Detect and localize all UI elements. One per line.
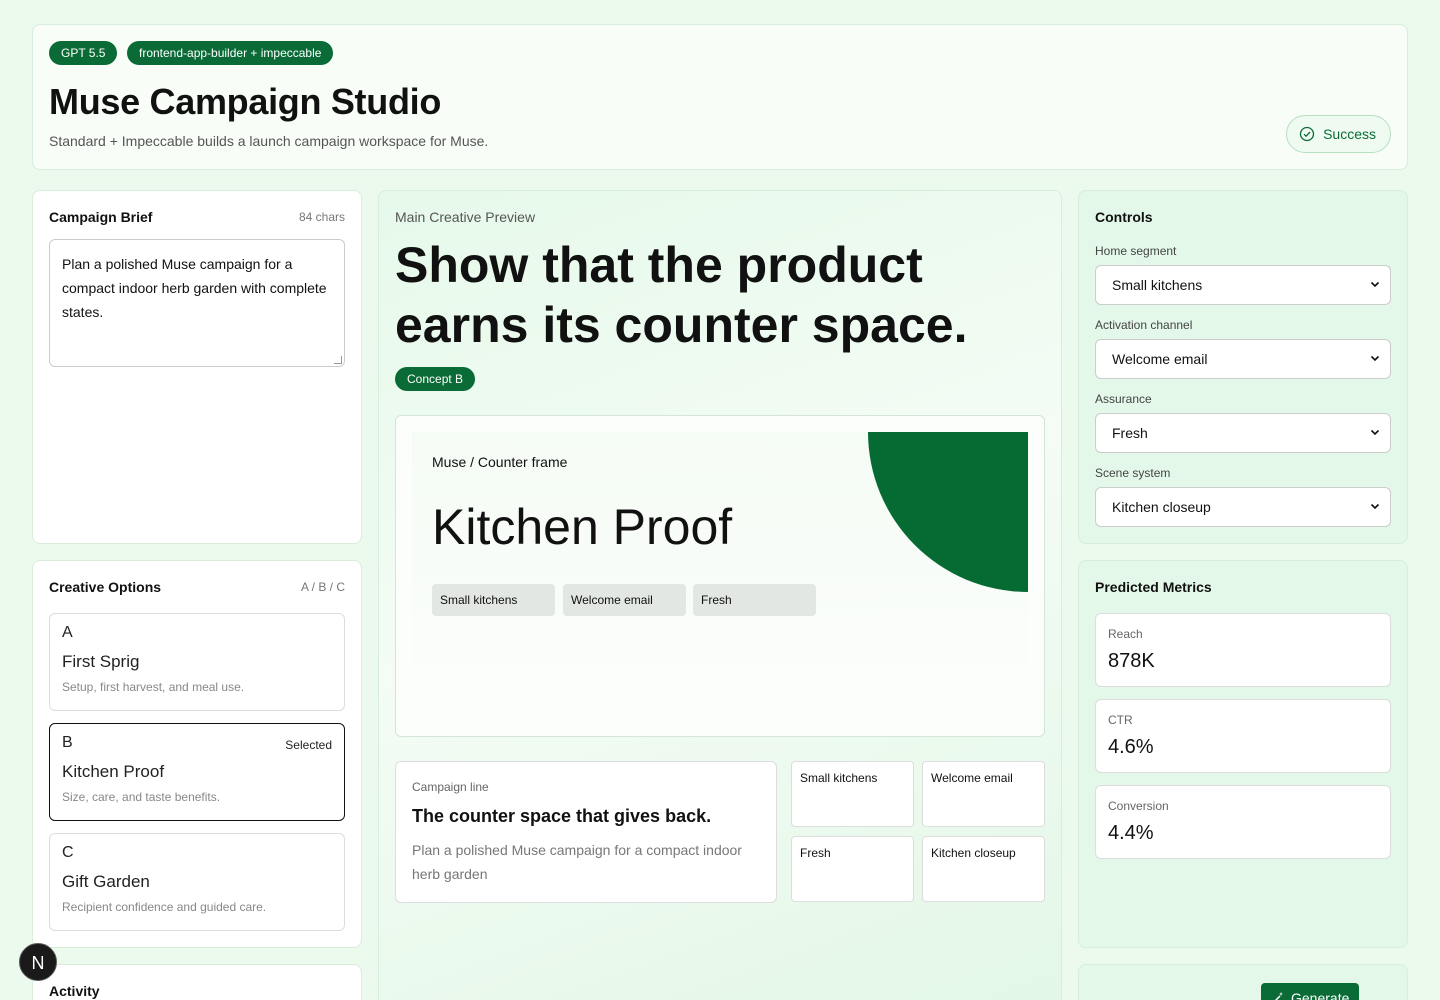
status-label: Success [1323, 126, 1376, 142]
frame-canvas: Muse / Counter frame Kitchen Proof Small… [412, 432, 1028, 722]
campaign-line-label: Campaign line [412, 780, 489, 794]
frame-breadcrumb: Muse / Counter frame [432, 454, 568, 470]
option-name: Gift Garden [62, 872, 150, 891]
metrics-title: Predicted Metrics [1095, 579, 1212, 595]
attribute-tile: Fresh [791, 836, 914, 902]
metric-card-conversion: Conversion 4.4% [1095, 785, 1391, 859]
generate-button[interactable]: Generate [1261, 983, 1360, 1000]
metric-label: Reach [1108, 627, 1143, 641]
counter-frame: Muse / Counter frame Kitchen Proof Small… [395, 415, 1045, 737]
option-desc: Recipient confidence and guided care. [62, 900, 267, 914]
brief-text-value: Plan a polished Muse campaign for a comp… [62, 256, 327, 320]
activity-title: Activity [49, 983, 100, 999]
creative-options-panel: Creative Options A / B / C A First Sprig… [32, 560, 362, 948]
attribute-tile: Kitchen closeup [922, 836, 1045, 902]
brief-textarea[interactable]: Plan a polished Muse campaign for a comp… [49, 239, 345, 367]
page-title: Muse Campaign Studio [49, 81, 442, 122]
controls-title: Controls [1095, 209, 1153, 225]
main-creative-preview: Main Creative Preview Show that the prod… [378, 190, 1062, 1000]
generate-panel: Generate [1078, 964, 1408, 1000]
chevron-down-icon [1370, 503, 1380, 510]
select-value: Small kitchens [1112, 277, 1203, 293]
activity-panel: Activity [32, 964, 362, 1000]
activation-channel-label: Activation channel [1095, 318, 1193, 332]
model-badge: GPT 5.5 [49, 41, 118, 65]
scene-system-label: Scene system [1095, 466, 1171, 480]
n-logo-button[interactable]: N [19, 943, 57, 981]
select-value: Fresh [1112, 425, 1148, 441]
metric-label: Conversion [1108, 799, 1169, 813]
page-subtitle: Standard + Impeccable builds a launch ca… [49, 133, 489, 149]
option-letter: C [62, 844, 74, 861]
status-button[interactable]: Success [1286, 115, 1391, 153]
selected-badge: Selected [285, 738, 332, 752]
attribute-tile: Small kitchens [791, 761, 914, 827]
metric-label: CTR [1108, 713, 1133, 727]
option-desc: Setup, first harvest, and meal use. [62, 680, 245, 694]
options-title: Creative Options [49, 579, 162, 595]
frame-hero-title: Kitchen Proof [432, 499, 733, 555]
home-segment-select[interactable]: Small kitchens [1095, 265, 1391, 305]
controls-panel: Controls Home segment Small kitchens Act… [1078, 190, 1408, 544]
app-header: GPT 5.5 frontend-app-builder + impeccabl… [32, 24, 1408, 170]
frame-chip: Welcome email [563, 584, 686, 616]
option-card-c[interactable]: C Gift Garden Recipient confidence and g… [49, 833, 345, 931]
metric-value: 878K [1108, 650, 1155, 672]
campaign-line-body: Plan a polished Muse campaign for a comp… [412, 842, 742, 882]
metric-card-ctr: CTR 4.6% [1095, 699, 1391, 773]
option-name: Kitchen Proof [62, 762, 165, 781]
leaf-shape [868, 432, 1028, 592]
assurance-select[interactable]: Fresh [1095, 413, 1391, 453]
skill-badge: frontend-app-builder + impeccable [127, 41, 334, 65]
preview-label: Main Creative Preview [395, 209, 536, 225]
brief-char-count: 84 chars [298, 210, 345, 224]
chevron-down-icon [1370, 429, 1380, 436]
option-card-a[interactable]: A First Sprig Setup, first harvest, and … [49, 613, 345, 711]
metric-value: 4.6% [1108, 736, 1154, 758]
option-desc: Size, care, and taste benefits. [62, 790, 221, 804]
metric-card-reach: Reach 878K [1095, 613, 1391, 687]
option-card-b[interactable]: B Selected Kitchen Proof Size, care, and… [49, 723, 345, 821]
chevron-down-icon [1370, 355, 1380, 362]
concept-badge: Concept B [395, 367, 476, 391]
campaign-line-card: Campaign line The counter space that giv… [395, 761, 777, 903]
option-name: First Sprig [62, 652, 140, 671]
preview-headline: Show that the product earns its counter … [395, 237, 968, 353]
campaign-brief-panel: Campaign Brief 84 chars Plan a polished … [32, 190, 362, 544]
select-value: Kitchen closeup [1112, 499, 1211, 515]
wand-icon [1274, 992, 1283, 1000]
chevron-down-icon [1370, 281, 1380, 288]
options-meta: A / B / C [300, 580, 345, 594]
campaign-line-title: The counter space that gives back. [412, 806, 712, 826]
select-value: Welcome email [1112, 351, 1208, 367]
frame-chip: Fresh [693, 584, 816, 616]
frame-chip: Small kitchens [432, 584, 555, 616]
metric-value: 4.4% [1108, 822, 1154, 844]
attribute-tile: Welcome email [922, 761, 1045, 827]
generate-label: Generate [1291, 990, 1350, 1000]
brief-title: Campaign Brief [49, 209, 153, 225]
option-letter: A [62, 624, 73, 641]
resize-grip-icon[interactable] [334, 356, 342, 364]
predicted-metrics-panel: Predicted Metrics Reach 878K CTR 4.6% Co… [1078, 560, 1408, 948]
assurance-label: Assurance [1095, 392, 1152, 406]
scene-system-select[interactable]: Kitchen closeup [1095, 487, 1391, 527]
option-letter: B [62, 734, 73, 751]
check-circle-icon [1299, 126, 1315, 142]
activation-channel-select[interactable]: Welcome email [1095, 339, 1391, 379]
home-segment-label: Home segment [1095, 244, 1177, 258]
